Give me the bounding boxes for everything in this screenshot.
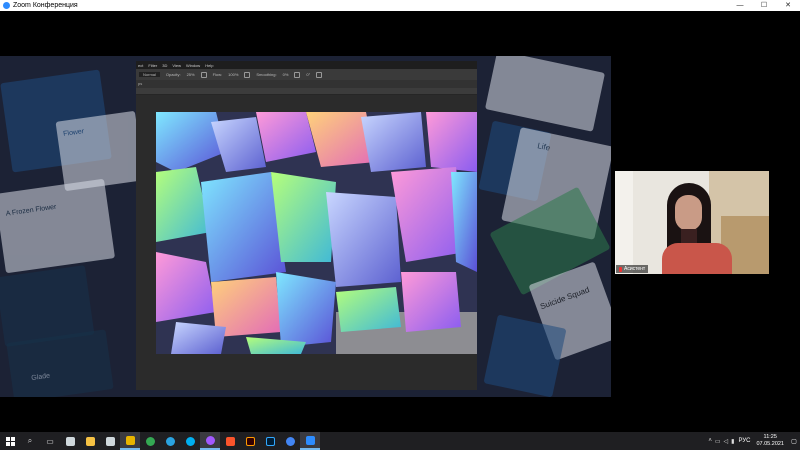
flow-value[interactable]: 100% [228,72,238,77]
window-controls: — ☐ ✕ [728,0,800,11]
background-card [483,314,567,397]
zoom-icon[interactable] [300,432,320,450]
calculator-icon[interactable] [60,432,80,450]
meeting-stage: Flower A Frozen Flower Glade Life Suicid… [0,11,800,432]
illustrator-icon[interactable] [240,432,260,450]
start-button[interactable] [0,432,20,450]
file-explorer-icon[interactable] [80,432,100,450]
settings-gear-icon[interactable] [294,71,301,78]
chevron-up-icon[interactable]: ˄ [708,438,712,445]
minimize-button[interactable]: — [728,0,752,11]
messenger-icon[interactable] [200,432,220,450]
participant-name-tag: Асистент [616,265,649,273]
mic-muted-icon [619,266,622,272]
background-card: A Frozen Flower [0,178,116,274]
menu-item-view[interactable]: View [172,63,181,68]
menu-item-select[interactable]: ect [138,63,143,68]
tray-icons: ˄ ▭ ◁ ▮ [708,438,734,445]
chrome-icon[interactable] [140,432,160,450]
battery-icon[interactable]: ▮ [731,438,734,445]
pressure-opacity-icon[interactable] [200,71,207,78]
close-button[interactable]: ✕ [776,0,800,11]
photoshop-options-bar: Normal Opacity: 25% Flow: 100% Smoothing… [136,69,477,80]
system-tray: ˄ ▭ ◁ ▮ РУС 11:25 07.05.2021 ▢ [708,432,800,450]
document-tab[interactable]: ps [136,80,477,88]
telegram-icon[interactable] [160,432,180,450]
photoshop-window: ect Filter 3D View Window Help Normal Op… [136,61,477,390]
smoothing-value[interactable]: 0% [283,72,289,77]
background-card-title: Flower [62,128,85,138]
save-icon[interactable] [100,432,120,450]
menu-item-filter[interactable]: Filter [148,63,157,68]
clock-time: 11:25 [763,434,777,440]
menu-item-3d[interactable]: 3D [162,63,167,68]
airbrush-icon[interactable] [244,71,251,78]
zoom-app-icon [3,2,10,9]
brave-icon[interactable] [220,432,240,450]
skype-icon[interactable] [180,432,200,450]
background-card-title: A Frozen Flower [5,203,57,218]
crystal-image-canvas [156,112,477,354]
notification-icon[interactable]: ▢ [788,438,800,445]
blend-mode-select[interactable]: Normal [139,72,160,77]
angle-value[interactable]: 0° [306,72,310,77]
language-indicator[interactable]: РУС [738,438,750,444]
clock-date: 07.05.2021 [756,441,784,447]
flow-label: Flow: [212,72,223,77]
network-icon[interactable]: ▭ [715,438,721,445]
video-background [615,171,633,274]
cinema-icon[interactable] [120,432,140,450]
chrome-alt-icon[interactable] [280,432,300,450]
photoshop-menu-bar: ect Filter 3D View Window Help [136,61,477,69]
participant-figure [675,195,702,231]
participant-video-tile[interactable]: Асистент [615,171,769,274]
participant-name: Асистент [624,266,646,272]
menu-item-help[interactable]: Help [205,63,213,68]
window-title: Zoom Конференция [13,2,78,9]
photoshop-icon[interactable] [260,432,280,450]
crystal-artwork [156,112,477,354]
search-icon[interactable]: ⌕ [20,432,40,450]
menu-item-window[interactable]: Window [186,63,200,68]
opacity-label: Opacity: [165,72,181,77]
background-card [484,56,606,132]
participant-figure [662,243,732,274]
volume-icon[interactable]: ◁ [724,438,729,445]
windows-logo-icon [5,436,15,446]
pressure-size-icon[interactable] [316,71,323,78]
zoom-title-bar: Zoom Конференция — ☐ ✕ [0,0,800,11]
background-card-title: Suicide Squad [539,285,591,312]
shared-screen: Flower A Frozen Flower Glade Life Suicid… [0,56,611,397]
opacity-value[interactable]: 25% [187,72,195,77]
horizontal-ruler [136,88,477,95]
maximize-button[interactable]: ☐ [752,0,776,11]
background-card-title: Life [536,141,552,153]
background-card-title: Glade [30,372,51,383]
clock[interactable]: 11:25 07.05.2021 [756,434,784,448]
smoothing-label: Smoothing: [256,72,277,77]
windows-taskbar: ⌕ ▭ ˄ ▭ ◁ ▮ РУС 11:25 07.05.2021 ▢ [0,432,800,450]
task-view-icon[interactable]: ▭ [40,432,60,450]
